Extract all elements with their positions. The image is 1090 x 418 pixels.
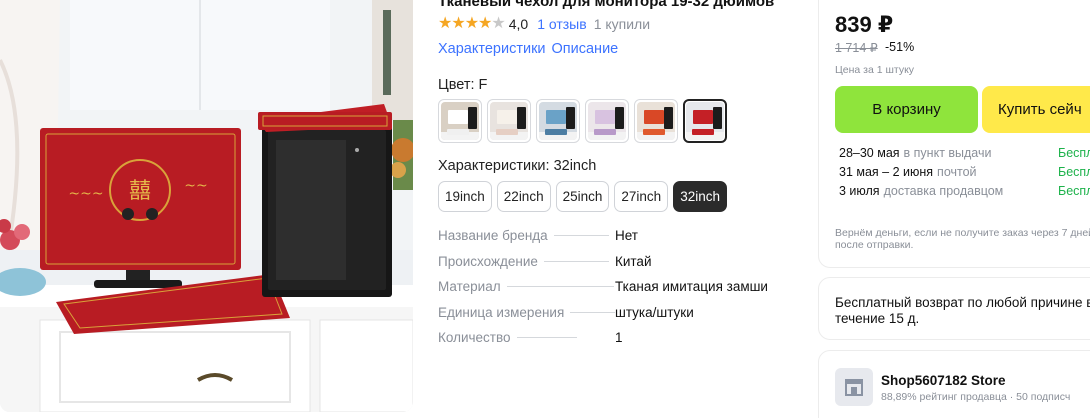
- delivery-price: Беспл: [1058, 165, 1090, 179]
- rating-row: ★ ★ ★ ★ ★ 4,0 1 отзыв 1 купили: [438, 15, 651, 33]
- spec-leader: [553, 235, 609, 236]
- spec-name: Происхождение: [438, 253, 538, 269]
- size-options: 19inch 22inch 25inch 27inch 32inch: [438, 181, 727, 212]
- size-option-25inch[interactable]: 25inch: [555, 181, 610, 212]
- size-label: Характеристики: 32inch: [438, 158, 597, 174]
- star-icon: ★: [451, 15, 465, 32]
- spec-row: Происхождение Китай: [438, 254, 798, 280]
- product-title: Тканевый чехол для монитора 19-32 дюймов: [438, 0, 775, 10]
- size-option-19inch[interactable]: 19inch: [438, 181, 492, 212]
- delivery-price: Беспл: [1058, 146, 1090, 160]
- color-swatch-e[interactable]: [634, 99, 678, 143]
- color-swatch-c[interactable]: [536, 99, 580, 143]
- svg-text:囍: 囍: [129, 179, 151, 204]
- star-icon: ★: [491, 15, 505, 32]
- store-rating: 88,89% рейтинг продавца · 50 подписч: [881, 391, 1071, 403]
- delivery-method: доставка продавцом: [883, 184, 1004, 198]
- delivery-method: почтой: [937, 165, 977, 179]
- rating-value: 4,0: [508, 16, 529, 32]
- svg-text:~~~: ~~~: [68, 186, 103, 202]
- spec-leader: [570, 311, 616, 313]
- delivery-options: 28–30 мая в пункт выдачи Беспл 31 мая – 2 и…: [839, 146, 1090, 203]
- spec-name: Название бренда: [438, 228, 548, 243]
- spec-row: Количество 1: [438, 330, 798, 356]
- delivery-option[interactable]: 28–30 мая в пункт выдачи Беспл: [839, 146, 1090, 165]
- spec-value: 1: [615, 330, 623, 345]
- spec-leader: [543, 260, 609, 262]
- product-image[interactable]: 囍 ~~~ ~~: [0, 0, 413, 412]
- add-to-cart-button[interactable]: В корзину: [835, 86, 978, 133]
- svg-text:~~: ~~: [184, 178, 207, 194]
- reviews-link[interactable]: 1 отзыв: [537, 16, 587, 32]
- spec-name: Единица измерения: [438, 304, 565, 320]
- size-option-22inch[interactable]: 22inch: [496, 181, 551, 212]
- buy-now-button[interactable]: Купить сейч: [982, 86, 1090, 133]
- spec-row: Название бренда Нет: [438, 228, 798, 254]
- price-per-unit: Цена за 1 штуку: [835, 64, 915, 76]
- color-label: Цвет: F: [438, 77, 488, 93]
- store-logo-icon: [835, 368, 873, 406]
- spec-name: Количество: [438, 330, 511, 345]
- spec-list: Название бренда Нет Происхождение Китай Мате…: [438, 228, 798, 356]
- characteristics-link[interactable]: Характеристики: [438, 41, 546, 57]
- free-return-box[interactable]: Бесплатный возврат по любой причине в те…: [818, 277, 1090, 340]
- delivery-date: 3 июля: [839, 184, 880, 198]
- spec-value: Нет: [615, 228, 638, 243]
- color-swatch-f[interactable]: [683, 99, 727, 143]
- store-name[interactable]: Shop5607182 Store: [881, 373, 1006, 388]
- description-link[interactable]: Описание: [552, 41, 619, 57]
- star-icon: ★: [464, 15, 479, 32]
- spec-value: Тканая имитация замши: [615, 279, 768, 294]
- bought-count: 1 купили: [593, 16, 651, 32]
- price: 839 ₽: [835, 12, 894, 37]
- spec-value: штука/штуки: [615, 304, 694, 320]
- delivery-option[interactable]: 3 июля доставка продавцом Беспл: [839, 184, 1090, 203]
- spec-value: Китай: [615, 253, 652, 269]
- color-swatch-b[interactable]: [487, 99, 531, 143]
- star-icon: ★: [438, 15, 452, 32]
- size-option-32inch[interactable]: 32inch: [673, 181, 727, 212]
- delivery-option[interactable]: 31 мая – 2 июня почтой Беспл: [839, 165, 1090, 184]
- spec-leader: [516, 337, 577, 338]
- delivery-date: 28–30 мая: [839, 146, 900, 160]
- delivery-date: 31 мая – 2 июня: [839, 165, 934, 179]
- discount-badge: -51%: [885, 40, 915, 54]
- old-price: 1 714 ₽: [835, 41, 878, 55]
- color-swatches: [438, 99, 727, 143]
- size-option-27inch[interactable]: 27inch: [614, 181, 669, 212]
- spec-row: Материал Тканая имитация замши: [438, 279, 798, 305]
- delivery-method: в пункт выдачи: [903, 146, 992, 160]
- spec-name: Материал: [438, 279, 501, 294]
- color-swatch-a[interactable]: [438, 99, 482, 143]
- star-icon: ★: [478, 15, 492, 32]
- delivery-price: Беспл: [1058, 184, 1090, 198]
- color-swatch-d[interactable]: [585, 99, 629, 143]
- buy-box: 839 ₽ 1 714 ₽ -51% Цена за 1 штуку В кор…: [818, 0, 1090, 268]
- free-return-text: Бесплатный возврат по любой причине в те…: [835, 295, 1090, 326]
- spec-leader: [506, 286, 614, 287]
- product-section-links: Характеристики Описание: [438, 41, 618, 57]
- rating-stars: ★ ★ ★ ★ ★: [438, 15, 506, 32]
- refund-note: Вернём деньги, если не получите заказ че…: [835, 227, 1090, 251]
- spec-row: Единица измерения штука/штуки: [438, 305, 798, 331]
- store-card[interactable]: Shop5607182 Store 88,89% рейтинг продавц…: [818, 350, 1090, 418]
